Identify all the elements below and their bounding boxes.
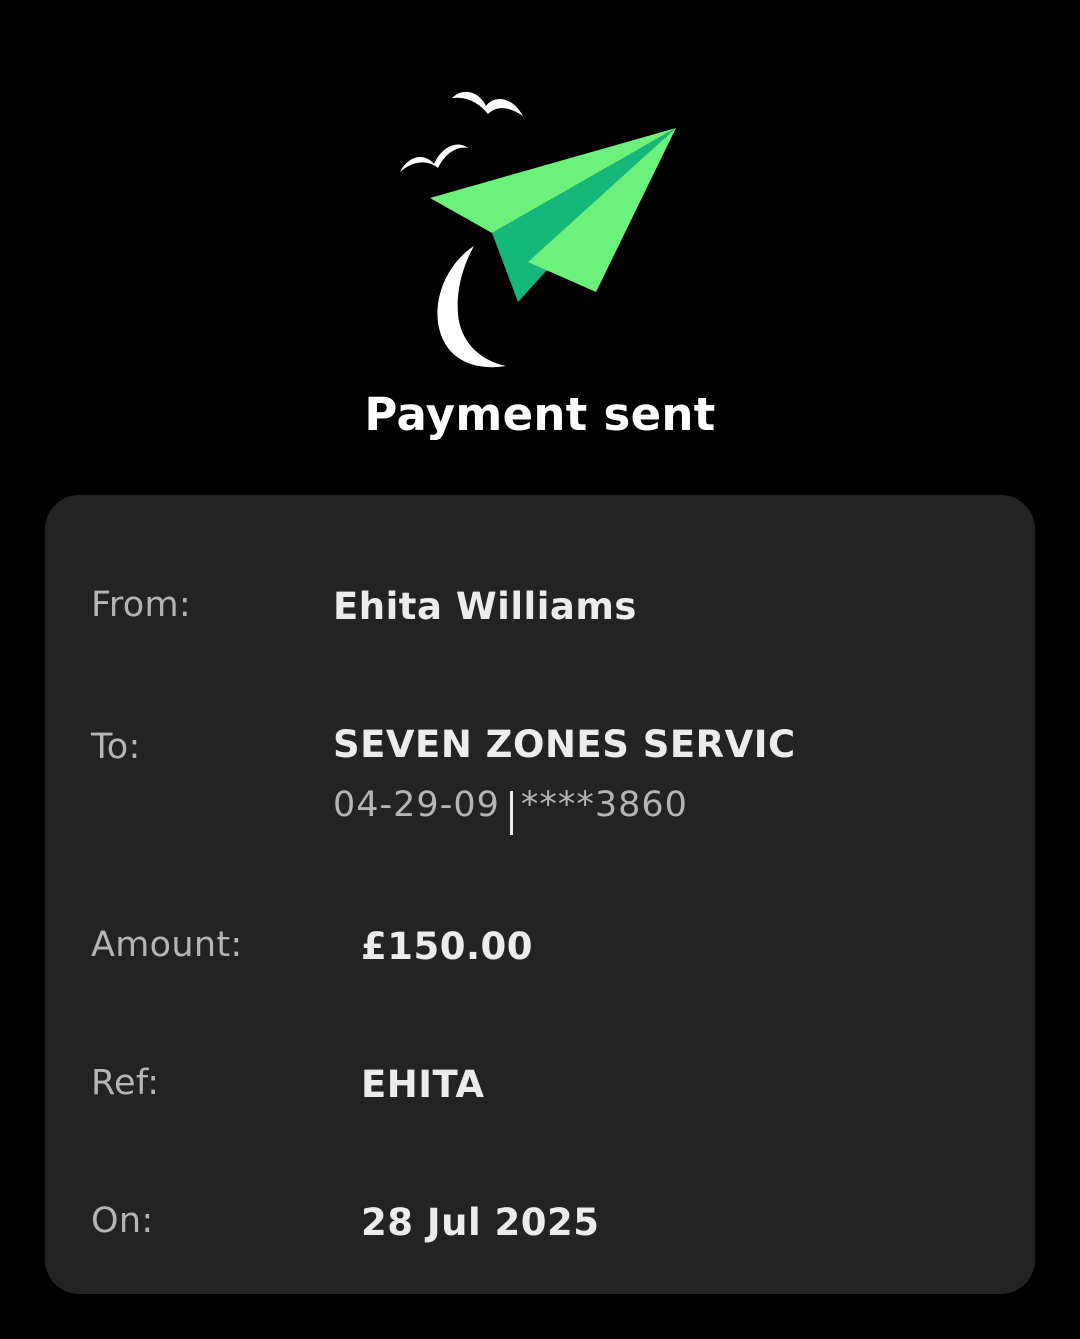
- ref-label: Ref:: [91, 1063, 160, 1103]
- to-account-details: 04-29-09 ****3860: [333, 783, 688, 835]
- from-value: Ehita Williams: [333, 585, 637, 628]
- trail-swoosh: [437, 246, 506, 368]
- to-label: To:: [91, 727, 141, 767]
- bird-icon: [452, 91, 523, 116]
- from-label: From:: [91, 585, 192, 625]
- ref-value: EHITA: [361, 1063, 485, 1106]
- paper-plane-with-birds-icon: [400, 91, 676, 368]
- account-number: ****3860: [520, 785, 688, 825]
- sort-code: 04-29-09: [333, 785, 500, 825]
- date-label: On:: [91, 1201, 154, 1241]
- page-title: Payment sent: [364, 388, 716, 441]
- payment-details-card: From: Ehita Williams To: SEVEN ZONES SER…: [45, 495, 1035, 1294]
- amount-value: £150.00: [361, 925, 534, 968]
- account-divider: [509, 791, 513, 835]
- amount-label: Amount:: [91, 925, 243, 965]
- to-value: SEVEN ZONES SERVIC: [333, 723, 796, 766]
- date-value: 28 Jul 2025: [361, 1201, 600, 1244]
- success-hero: Payment sent: [0, 0, 1080, 470]
- bird-icon: [400, 144, 468, 172]
